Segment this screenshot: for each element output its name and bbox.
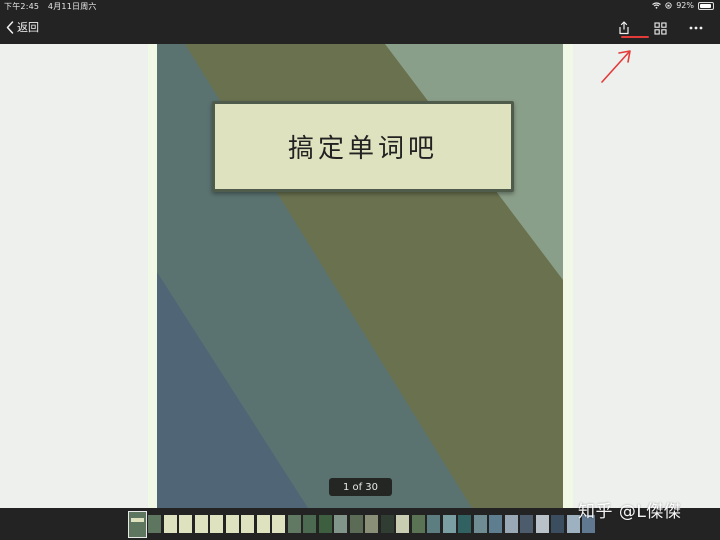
thumbnail[interactable] (241, 515, 254, 533)
title-card: 搞定单词吧 (212, 101, 514, 192)
document-title: 搞定单词吧 (287, 134, 438, 164)
thumbnail[interactable] (442, 515, 456, 533)
thumbnail[interactable] (303, 515, 316, 533)
thumbnail[interactable] (380, 515, 394, 533)
thumbnail[interactable] (148, 515, 161, 533)
thumbnail[interactable] (473, 515, 487, 533)
thumbnail[interactable] (287, 515, 301, 533)
more-icon (689, 26, 703, 30)
thumbnail[interactable] (365, 515, 378, 533)
thumbnail[interactable] (210, 515, 223, 533)
back-label: 返回 (17, 21, 39, 34)
orientation-lock-icon (665, 2, 672, 9)
annotation-arrow (601, 50, 631, 83)
thumbnail[interactable] (318, 515, 332, 533)
status-date: 4月11日周六 (47, 2, 97, 11)
chevron-left-icon (6, 20, 14, 34)
battery-percent: 92% (676, 1, 694, 10)
thumbnail[interactable] (535, 515, 549, 533)
nav-bar: 返回 (0, 12, 720, 44)
status-time: 下午2:45 (4, 2, 40, 11)
thumbnail[interactable] (489, 515, 502, 533)
thumbnail[interactable] (179, 515, 192, 533)
thumbnail[interactable] (272, 515, 285, 533)
more-button[interactable] (686, 18, 706, 38)
thumbnail[interactable] (334, 515, 347, 533)
battery-icon (698, 1, 714, 10)
share-icon (619, 21, 629, 35)
thumbnail[interactable] (520, 515, 533, 533)
wifi-icon (652, 2, 662, 9)
thumbnail[interactable] (163, 515, 177, 533)
thumbnail[interactable] (396, 515, 409, 533)
thumbnail[interactable] (194, 515, 208, 533)
document-page[interactable]: 搞定单词吧 (157, 44, 563, 508)
thumbnail[interactable] (551, 515, 564, 533)
thumbnail[interactable] (427, 515, 440, 533)
thumbnail[interactable] (256, 515, 270, 533)
back-button[interactable]: 返回 (6, 19, 39, 35)
battery-fill (700, 3, 712, 8)
thumbnail[interactable] (458, 515, 471, 533)
grid-view-button[interactable] (650, 18, 670, 38)
thumbnail[interactable] (225, 515, 239, 533)
page-indicator: 1 of 30 (329, 478, 392, 496)
thumbnail-current[interactable] (128, 511, 147, 538)
thumbnail[interactable] (504, 515, 518, 533)
thumbnail[interactable] (411, 515, 425, 533)
grid-icon (653, 21, 667, 35)
thumbnail[interactable] (349, 515, 363, 533)
annotation-underline (621, 36, 649, 38)
watermark: 知乎 @L傑傑 (578, 502, 682, 522)
share-button[interactable] (614, 18, 634, 38)
status-bar: 下午2:45 4月11日周六 92% (0, 0, 720, 12)
